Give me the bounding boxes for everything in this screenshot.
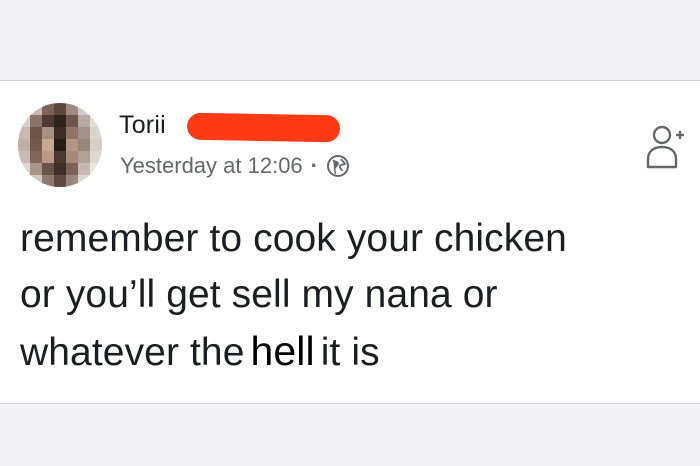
author-name[interactable]: Torii xyxy=(119,111,166,139)
post-text-line-3-start: whatever the xyxy=(20,331,245,374)
meta-separator: · xyxy=(310,153,318,178)
add-friend-icon[interactable] xyxy=(646,123,684,169)
post-text-line-3-end: it is xyxy=(320,331,380,374)
post-card: Torii Yesterday at 12:06 · remember to c… xyxy=(0,80,700,404)
avatar[interactable] xyxy=(18,103,102,187)
post-text: remember to cook your chicken or you’ll … xyxy=(20,211,680,381)
post-text-line-2: or you’ll get sell my nana or xyxy=(20,273,498,316)
post-meta: Yesterday at 12:06 · xyxy=(120,151,350,181)
pixelated-avatar-image xyxy=(18,103,102,187)
post-text-line-1: remember to cook your chicken xyxy=(20,217,567,260)
redaction-mark xyxy=(186,112,341,143)
globe-icon[interactable] xyxy=(326,154,350,178)
post-timestamp[interactable]: Yesterday at 12:06 xyxy=(120,153,303,179)
post-text-line-3: whatever the hell it is xyxy=(20,323,680,381)
post-text-emphasis: hell xyxy=(250,328,315,374)
